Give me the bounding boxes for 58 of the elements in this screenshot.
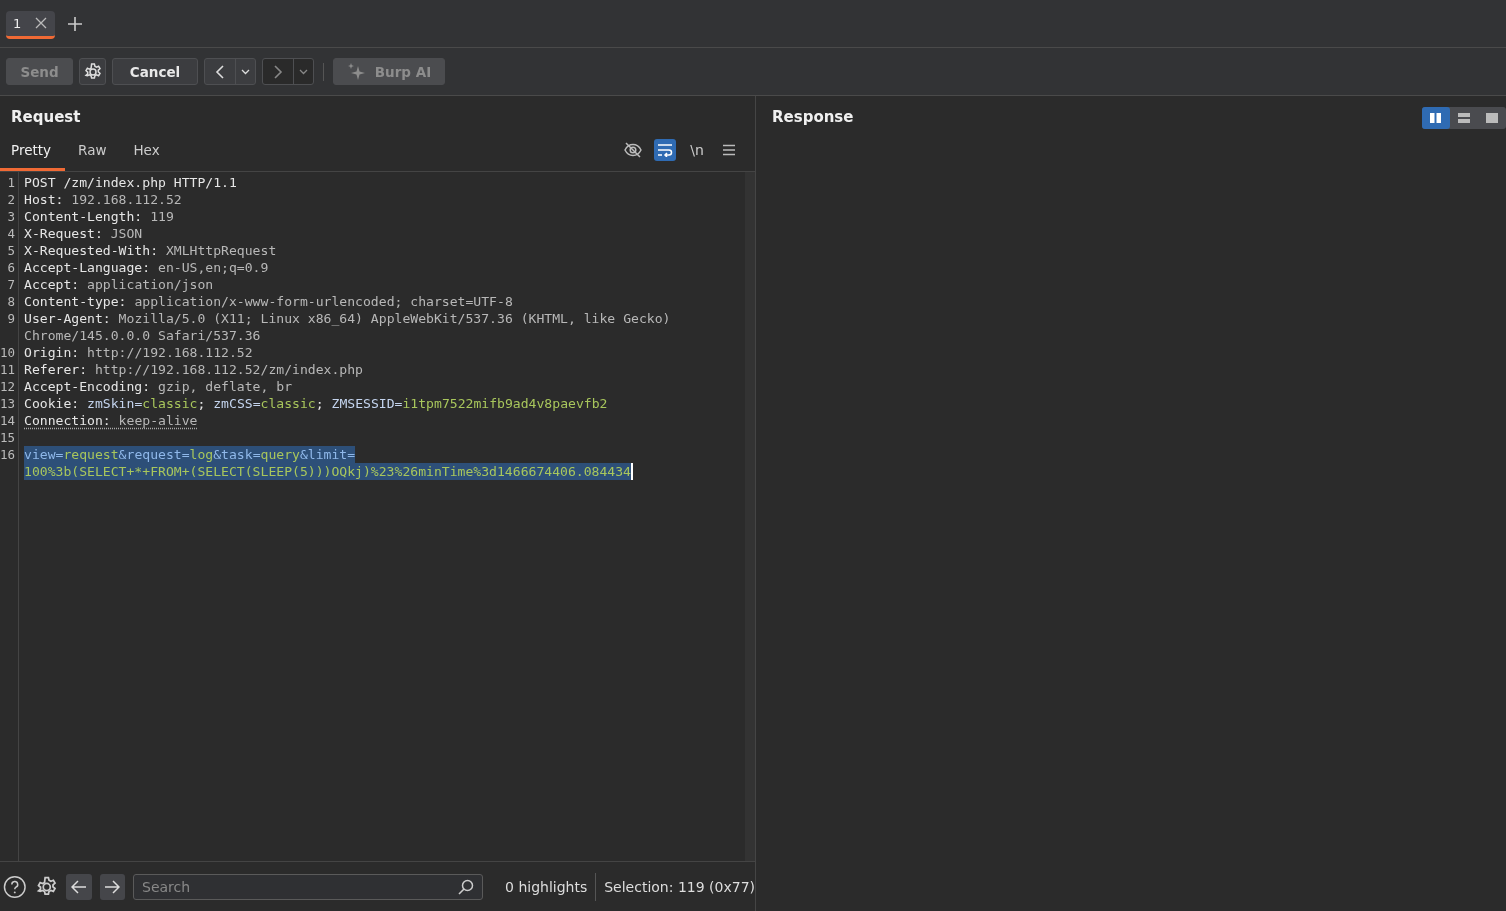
code-line[interactable]: X-Request: JSON [24,225,143,242]
search-field[interactable]: Search [133,873,484,900]
line-number: 14 [0,412,17,429]
line-number: 16 [0,446,17,464]
sparkle-icon [346,62,365,81]
view-tab[interactable]: Raw [67,135,121,171]
code-line[interactable]: Content-Length: 119 [24,208,174,225]
panel-title: Response [771,107,855,128]
left-arrow-icon[interactable] [70,879,87,894]
panel-title: Request [10,107,82,128]
line-number: 4 [6,225,16,242]
line-number: 11 [0,361,17,378]
code-line[interactable]: Connection: keep-alive [24,412,198,429]
menu-icon[interactable] [722,144,736,156]
code-line[interactable]: Host: 192.168.112.52 [24,191,182,208]
code-line[interactable]: Content-type: application/x-www-form-urlencoded; charset=UTF-8 [24,293,513,310]
help-icon[interactable] [3,874,27,899]
code-line[interactable]: Accept-Encoding: gzip, deflate, br [24,378,293,395]
next-button[interactable] [99,873,126,900]
text-cursor [631,463,633,480]
line-number: 1 [6,174,16,191]
newline-button[interactable]: \n [686,139,708,161]
line-number: 7 [6,276,16,293]
code-line[interactable]: POST /zm/index.php HTTP/1.1 [24,174,237,191]
code-line[interactable]: Cookie: zmSkin=classic; zmCSS=classic; ZMSESSID=i1tpm7522mifb9ad4v8paevfb2 [24,395,608,412]
search-icon[interactable] [458,878,475,895]
session-tab[interactable]: 1 [6,10,56,39]
code-line[interactable]: Accept-Language: en-US,en;q=0.9 [24,259,269,276]
code-line[interactable]: Origin: http://192.168.112.52 [24,344,253,361]
close-icon[interactable] [35,17,48,29]
single-layout-icon[interactable] [1485,112,1499,124]
line-number: 12 [0,378,17,395]
caret-icon[interactable] [299,68,308,75]
right-arrow-icon[interactable] [104,879,121,894]
code-line[interactable]: Chrome/145.0.0.0 Safari/537.36 [24,327,261,344]
layout-button[interactable] [1422,107,1450,129]
line-number: 8 [6,293,16,310]
scrollbar[interactable] [745,172,755,861]
line-number: 2 [6,191,16,208]
line-number: 9 [6,310,16,328]
selection-info: Selection: 119 (0x77) [604,878,755,895]
highlights-count: 0 highlights [505,878,588,895]
line-number: 3 [6,208,16,225]
previous-button[interactable] [66,873,92,900]
code-line[interactable]: X-Requested-With: XMLHttpRequest [24,242,277,259]
view-tab[interactable]: Hex [122,135,174,171]
cancel-button[interactable]: Cancel [112,58,198,85]
line-number: 13 [0,395,17,412]
code-line[interactable]: Accept: application/json [24,276,214,293]
code-line[interactable]: Referer: http://192.168.112.52/zm/index.php [24,361,363,378]
line-number: 6 [6,259,16,276]
line-number: 10 [0,344,17,361]
line-number: 5 [6,242,16,259]
rows-layout-icon[interactable] [1457,112,1471,124]
code-line[interactable]: User-Agent: Mozilla/5.0 (X11; Linux x86_64) AppleWebKit/537.36 (KHTML, like Gecko) [24,310,671,327]
line-number: 15 [0,429,17,446]
add-icon[interactable] [67,15,84,32]
columns-layout-icon[interactable] [1429,112,1443,124]
